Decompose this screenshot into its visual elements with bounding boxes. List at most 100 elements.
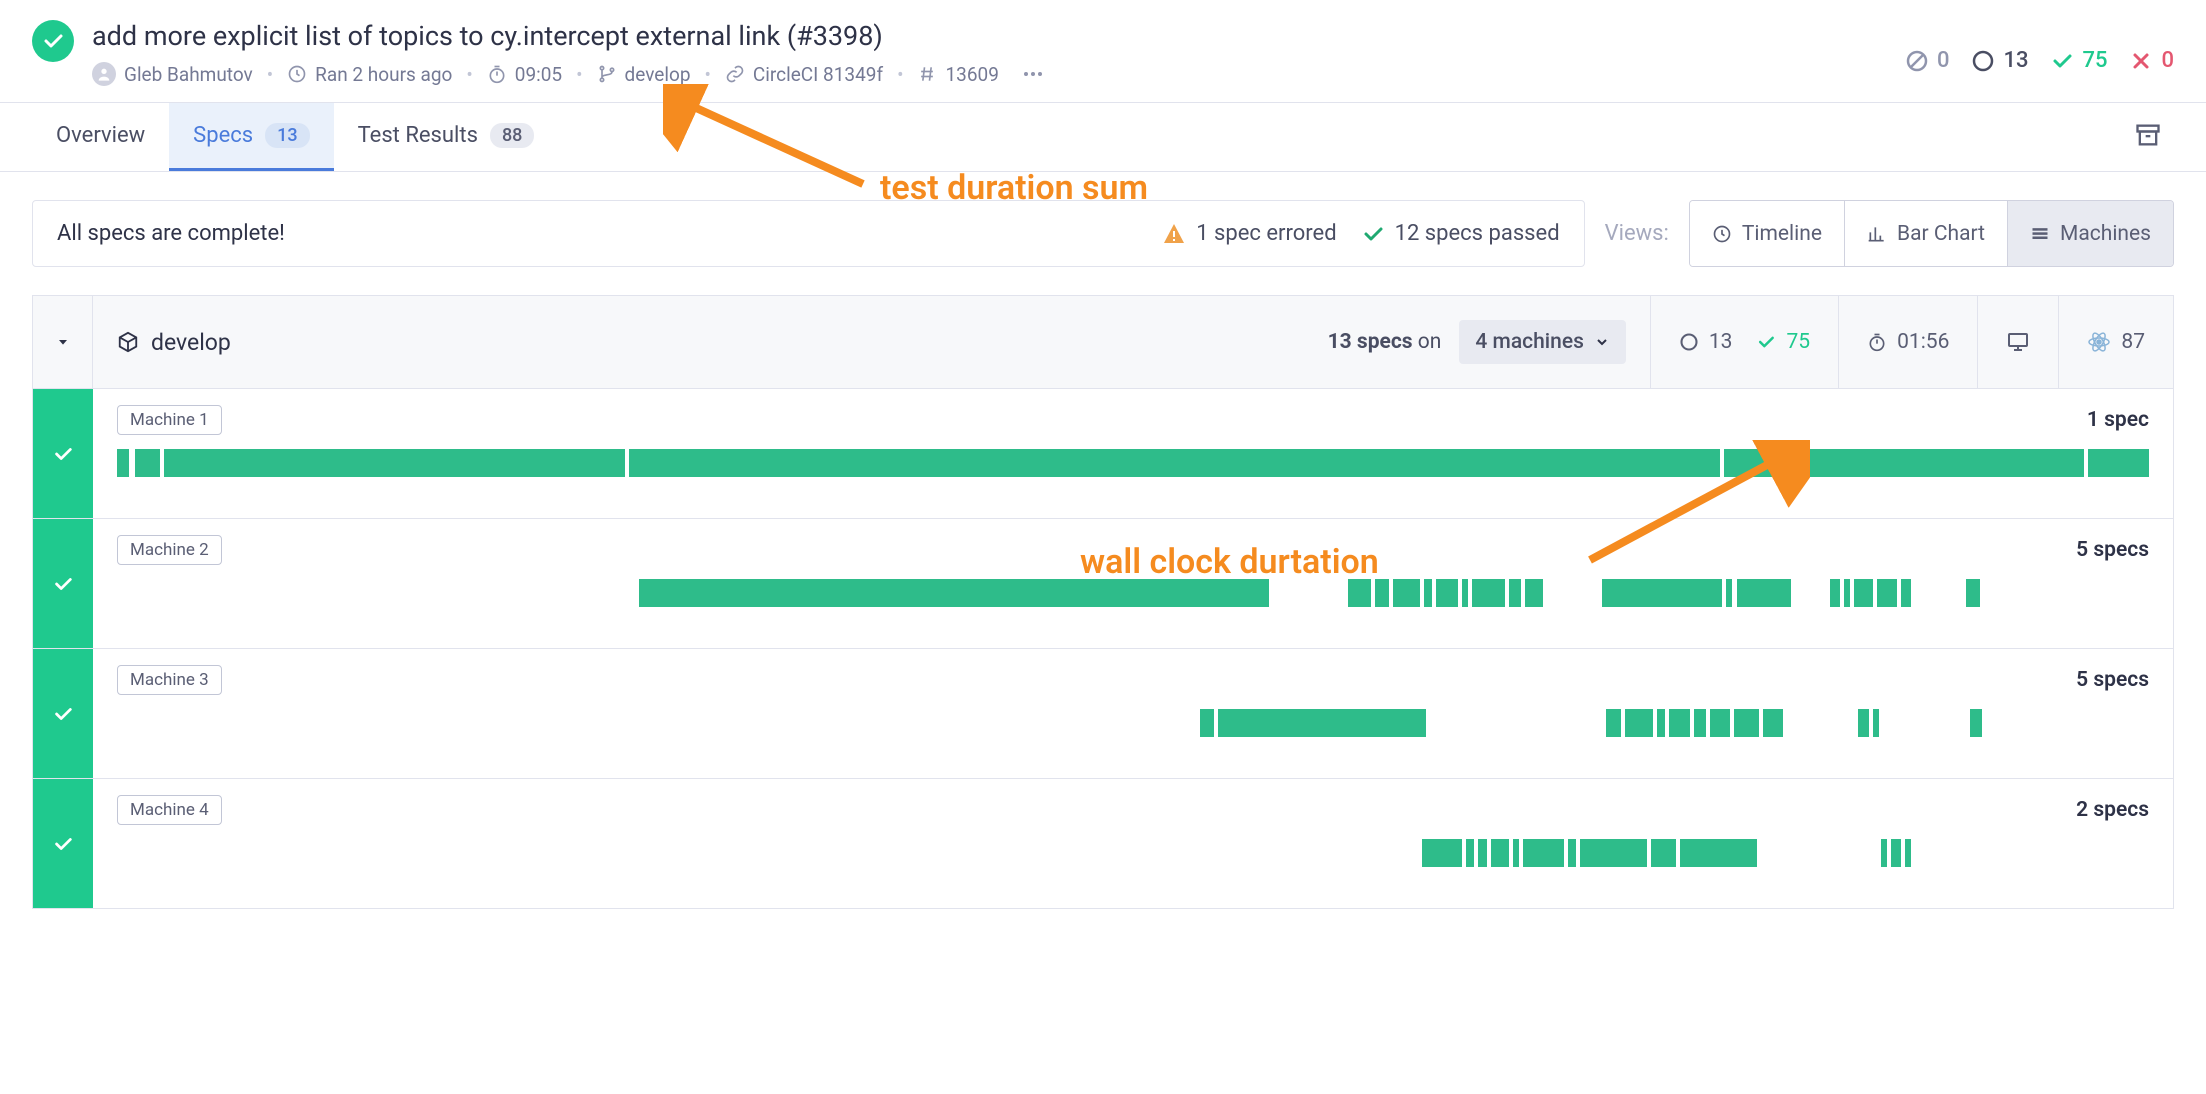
machine-spec-count: 5 specs	[2076, 538, 2149, 562]
tabs-bar: Overview Specs 13 Test Results 88	[0, 103, 2206, 172]
archive-button[interactable]	[2122, 109, 2174, 165]
tab-overview[interactable]: Overview	[32, 103, 169, 171]
skipped-icon	[1905, 49, 1929, 73]
group-header: develop 13 specs on 4 machines 13 75 01:…	[33, 296, 2173, 388]
timeline-segment[interactable]	[1651, 839, 1675, 867]
view-timeline-button[interactable]: Timeline	[1690, 201, 1845, 266]
machine-row: Machine 2 5 specs	[33, 518, 2173, 648]
barchart-icon	[1867, 224, 1887, 244]
timeline-segment[interactable]	[1858, 709, 1868, 737]
view-barchart-button[interactable]: Bar Chart	[1845, 201, 2008, 266]
timeline-segment[interactable]	[1873, 709, 1879, 737]
pending-icon	[1679, 332, 1699, 352]
timeline-segment[interactable]	[639, 579, 1269, 607]
dots-icon	[1021, 62, 1045, 86]
timeline-segment[interactable]	[1478, 839, 1486, 867]
tab-test-results[interactable]: Test Results 88	[334, 103, 559, 171]
timeline-segment[interactable]	[1602, 579, 1722, 607]
timeline-segment[interactable]	[1436, 579, 1458, 607]
chevron-down-icon	[1594, 334, 1610, 350]
timeline-segment[interactable]	[1905, 839, 1911, 867]
stat-failed: 0	[2129, 48, 2174, 73]
timeline-segment[interactable]	[1680, 839, 1757, 867]
timeline-segment[interactable]	[1422, 839, 1463, 867]
avatar-icon	[92, 62, 116, 86]
machine-label: Machine 4	[117, 795, 222, 825]
timeline-segment[interactable]	[1726, 579, 1732, 607]
timeline-segment[interactable]	[1694, 709, 1706, 737]
timeline-segment[interactable]	[1513, 839, 1519, 867]
timeline-segment[interactable]	[117, 449, 129, 477]
ci-link[interactable]: CircleCI 81349f	[725, 63, 883, 86]
timeline-segment[interactable]	[1525, 579, 1543, 607]
timeline-segment[interactable]	[1509, 579, 1521, 607]
group-wallclock-stat: 01:56	[1838, 296, 1977, 388]
machine-spec-count: 2 specs	[2076, 798, 2149, 822]
package-icon	[117, 331, 139, 353]
timeline-segment[interactable]	[1606, 709, 1620, 737]
machine-spec-count: 1 spec	[2087, 408, 2149, 432]
machines-select[interactable]: 4 machines	[1459, 320, 1626, 364]
timeline-segment[interactable]	[1348, 579, 1370, 607]
timeline-segment[interactable]	[1218, 709, 1425, 737]
view-machines-button[interactable]: Machines	[2008, 201, 2173, 266]
group-electron-stat: 87	[2058, 296, 2173, 388]
timeline-segment[interactable]	[1877, 579, 1897, 607]
timeline-segment[interactable]	[135, 449, 159, 477]
timeline-segment[interactable]	[1393, 579, 1419, 607]
tab-specs[interactable]: Specs 13	[169, 103, 333, 171]
timeline-segment[interactable]	[1491, 839, 1509, 867]
more-menu[interactable]	[1021, 62, 1045, 86]
caret-down-icon	[55, 334, 71, 350]
timeline-segment[interactable]	[164, 449, 625, 477]
timeline-segment[interactable]	[1737, 579, 1792, 607]
row-status-passed	[33, 389, 93, 518]
timeline-segment[interactable]	[1200, 709, 1214, 737]
timeline-segment[interactable]	[1844, 579, 1850, 607]
timeline-track	[117, 839, 2149, 867]
machine-label: Machine 1	[117, 405, 222, 435]
timeline-segment[interactable]	[629, 449, 1720, 477]
branch[interactable]: develop	[597, 63, 691, 86]
timeline-segment[interactable]	[1375, 579, 1389, 607]
group-collapse-toggle[interactable]	[33, 296, 93, 388]
row-status-passed	[33, 649, 93, 778]
run-title: add more explicit list of topics to cy.i…	[92, 20, 1045, 52]
timeline-segment[interactable]	[1891, 839, 1901, 867]
stopwatch-icon	[487, 64, 507, 84]
run-number[interactable]: 13609	[917, 63, 998, 86]
warning-icon	[1162, 222, 1186, 246]
timeline-segment[interactable]	[1580, 839, 1647, 867]
author: Gleb Bahmutov	[92, 62, 253, 86]
timeline-segment[interactable]	[1657, 709, 1665, 737]
timeline-segment[interactable]	[1763, 709, 1783, 737]
timeline-segment[interactable]	[1854, 579, 1872, 607]
timeline-segment[interactable]	[1970, 709, 1982, 737]
timeline-segment[interactable]	[1568, 839, 1576, 867]
timeline-segment[interactable]	[1523, 839, 1564, 867]
timeline-segment[interactable]	[1466, 839, 1474, 867]
stat-skipped: 0	[1905, 48, 1950, 73]
timeline-segment[interactable]	[1881, 839, 1887, 867]
stat-pending: 13	[1971, 48, 2028, 73]
specs-group: develop 13 specs on 4 machines 13 75 01:…	[32, 295, 2174, 909]
timeline-segment[interactable]	[1734, 709, 1758, 737]
timeline-segment[interactable]	[1472, 579, 1505, 607]
timeline-segment[interactable]	[1669, 709, 1689, 737]
timeline-segment[interactable]	[1462, 579, 1468, 607]
machine-label: Machine 3	[117, 665, 222, 695]
timeline-segment[interactable]	[1966, 579, 1980, 607]
x-icon	[2129, 49, 2153, 73]
timeline-segment[interactable]	[1724, 449, 2084, 477]
timeline-segment[interactable]	[1625, 709, 1653, 737]
check-icon	[52, 703, 74, 725]
timeline-segment[interactable]	[1424, 579, 1432, 607]
group-browser-stat	[1977, 296, 2058, 388]
status-text: All specs are complete!	[57, 221, 285, 246]
timeline-segment[interactable]	[2088, 449, 2149, 477]
timeline-segment[interactable]	[1830, 579, 1840, 607]
run-header: add more explicit list of topics to cy.i…	[0, 0, 2206, 103]
timeline-segment[interactable]	[1901, 579, 1911, 607]
status-passed-icon	[32, 20, 74, 62]
timeline-segment[interactable]	[1710, 709, 1730, 737]
